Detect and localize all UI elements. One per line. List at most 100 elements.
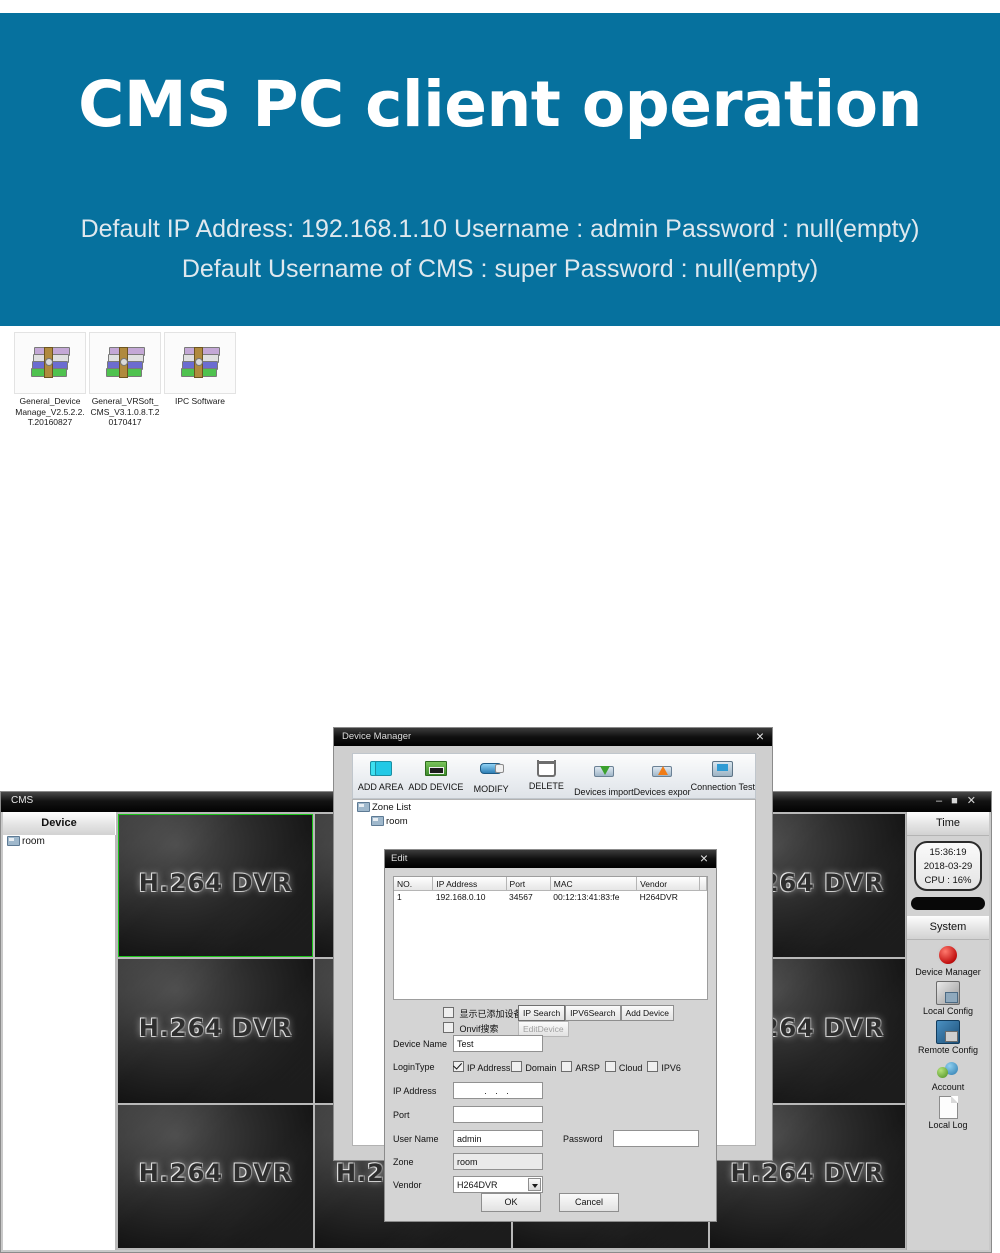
trash-icon xyxy=(536,760,556,777)
device-tree-node-room[interactable]: room xyxy=(3,835,115,850)
system-item-remote-config[interactable]: Remote Config xyxy=(907,1020,989,1055)
close-icon[interactable]: × xyxy=(700,850,708,866)
system-item-label: Account xyxy=(931,1082,965,1092)
time-panel-header: Time xyxy=(907,812,989,836)
add-device-button[interactable]: Add Device xyxy=(620,1005,675,1021)
video-cell[interactable]: H.264 DVR xyxy=(118,959,314,1103)
column-header-extra xyxy=(699,877,707,891)
vendor-label: Vendor xyxy=(393,1180,422,1190)
clock-date: 2018-03-29 xyxy=(923,861,973,872)
desktop-icon-ipc-software[interactable]: IPC Software xyxy=(164,332,236,407)
device-manager-toolbar: ADD AREA ADD DEVICE MODIFY DELETE Device… xyxy=(352,753,756,799)
device-panel-header: Device xyxy=(3,812,115,836)
import-icon xyxy=(593,766,614,777)
cancel-button[interactable]: Cancel xyxy=(559,1193,619,1212)
vendor-selected-value: H264DVR xyxy=(457,1180,498,1190)
checkbox-box[interactable] xyxy=(647,1061,659,1072)
toolbar-add-area-button[interactable]: ADD AREA xyxy=(353,754,408,792)
toolbar-connection-test-button[interactable]: Connection Test xyxy=(691,754,755,792)
password-label: Password xyxy=(563,1134,603,1144)
add-device-icon xyxy=(424,761,447,776)
system-item-label: Device Manager xyxy=(915,967,981,977)
connection-test-icon xyxy=(712,761,734,777)
checkbox-label: 显示已添加设备 xyxy=(459,1009,523,1019)
cell-extra xyxy=(700,891,707,904)
cell-vendor: H264DVR xyxy=(639,892,678,902)
ip-search-button[interactable]: IP Search xyxy=(518,1005,566,1021)
system-item-account[interactable]: Account xyxy=(907,1059,989,1092)
chevron-down-icon[interactable] xyxy=(528,1178,541,1191)
minimize-icon[interactable]: ‒ xyxy=(936,795,951,807)
system-item-local-log[interactable]: Local Log xyxy=(907,1096,989,1130)
logintype-option-ip-address[interactable]: IP Address xyxy=(453,1061,511,1073)
ipv6-search-button[interactable]: IPV6Search xyxy=(565,1005,621,1021)
edit-dialog-title-bar[interactable]: Edit × xyxy=(385,850,716,868)
header-banner: CMS PC client operation Default IP Addre… xyxy=(0,13,1000,326)
device-tree[interactable]: room xyxy=(3,835,116,1250)
icon-tile xyxy=(14,332,86,394)
ip-address-input[interactable]: . . . xyxy=(453,1082,543,1099)
logintype-option-cloud[interactable]: Cloud xyxy=(604,1061,642,1073)
checkbox-box[interactable] xyxy=(453,1061,464,1072)
desktop-icon-label: General_Device Manage_V2.5.2.2.T.2016082… xyxy=(15,396,85,427)
device-manager-title-bar[interactable]: Device Manager × xyxy=(334,728,772,746)
table-header-row: NO. IP Address Port MAC Vendor xyxy=(394,877,707,891)
port-input[interactable] xyxy=(453,1106,543,1123)
cell-ip: 192.168.0.10 xyxy=(435,892,486,902)
banner-subtitle: Default IP Address: 192.168.1.10 Usernam… xyxy=(0,209,1000,289)
close-icon[interactable]: ✕ xyxy=(967,795,985,807)
video-cell-label: H.264 DVR xyxy=(730,1159,885,1188)
toolbar-devices-import-button[interactable]: Devices import xyxy=(574,754,634,797)
zone-tree-child-room[interactable]: room xyxy=(353,814,755,828)
ok-button[interactable]: OK xyxy=(481,1193,541,1212)
winrar-archive-icon xyxy=(30,347,70,379)
close-icon[interactable]: × xyxy=(756,728,764,744)
user-name-input[interactable]: admin xyxy=(453,1130,543,1147)
show-added-devices-checkbox[interactable]: 显示已添加设备 xyxy=(443,1007,523,1020)
toolbar-modify-button[interactable]: MODIFY xyxy=(464,754,519,794)
desktop-icon-label: General_VRSoft_CMS_V3.1.0.8.T.20170417 xyxy=(90,396,160,427)
toolbar-label: Connection Test xyxy=(690,782,755,792)
winrar-archive-icon xyxy=(180,347,220,379)
ip-address-label: IP Address xyxy=(393,1086,437,1096)
cms-window-title: CMS xyxy=(11,795,34,806)
system-item-device-manager[interactable]: Device Manager xyxy=(907,944,989,977)
checkbox-box[interactable] xyxy=(443,1007,454,1018)
toolbar-devices-export-button[interactable]: Devices expor xyxy=(634,754,691,797)
logintype-option-ipv6[interactable]: IPV6 xyxy=(647,1061,681,1073)
logintype-option-domain[interactable]: Domain xyxy=(511,1061,557,1073)
video-cell[interactable]: H.264 DVR xyxy=(118,814,314,958)
device-search-results-table[interactable]: NO. IP Address Port MAC Vendor 1 192.168… xyxy=(393,876,708,1000)
toolbar-add-device-button[interactable]: ADD DEVICE xyxy=(408,754,463,792)
logintype-option-arsp[interactable]: ARSP xyxy=(561,1061,600,1073)
port-label: Port xyxy=(393,1110,410,1120)
checkbox-label: Domain xyxy=(525,1063,557,1073)
desktop-icon-general-device-manage[interactable]: General_Device Manage_V2.5.2.2.T.2016082… xyxy=(14,332,86,428)
video-cell[interactable]: H.264 DVR xyxy=(118,1104,314,1248)
password-input[interactable] xyxy=(613,1130,699,1147)
table-row[interactable]: 1 192.168.0.10 34567 00:12:13:41:83:fe H… xyxy=(394,891,707,904)
zone-tree-child-label: room xyxy=(386,816,408,827)
device-name-input[interactable]: Test xyxy=(453,1035,543,1052)
toolbar-label: Devices expor xyxy=(633,787,691,797)
zone-tree-root-label: Zone List xyxy=(372,802,412,813)
edit-dialog: Edit × NO. IP Address Port MAC Vendor 1 … xyxy=(384,849,717,1222)
zone-tree-root[interactable]: Zone List xyxy=(353,800,755,814)
onvif-search-checkbox[interactable]: Onvif搜索 xyxy=(443,1022,499,1035)
maximize-icon[interactable]: ■ xyxy=(951,795,967,807)
zone-icon xyxy=(357,801,370,812)
user-name-label: User Name xyxy=(393,1134,439,1144)
checkbox-box[interactable] xyxy=(561,1061,573,1072)
checkbox-box[interactable] xyxy=(604,1061,616,1072)
vendor-select[interactable]: H264DVR xyxy=(453,1176,543,1193)
toolbar-label: Devices import xyxy=(574,787,634,797)
desktop-icon-general-vrsoft-cms[interactable]: General_VRSoft_CMS_V3.1.0.8.T.20170417 xyxy=(89,332,161,428)
checkbox-box[interactable] xyxy=(511,1061,523,1072)
system-panel: Time 15:36:19 2018-03-29 CPU : 16% Syste… xyxy=(906,812,989,1250)
checkbox-box[interactable] xyxy=(443,1022,454,1033)
checkbox-label: IP Address xyxy=(467,1063,511,1073)
logintype-options: IP Address Domain ARSP Cloud IPV6 xyxy=(453,1061,681,1073)
toolbar-delete-button[interactable]: DELETE xyxy=(519,754,574,791)
system-item-local-config[interactable]: Local Config xyxy=(907,981,989,1016)
cms-window-controls[interactable]: ‒■✕ xyxy=(936,794,985,807)
